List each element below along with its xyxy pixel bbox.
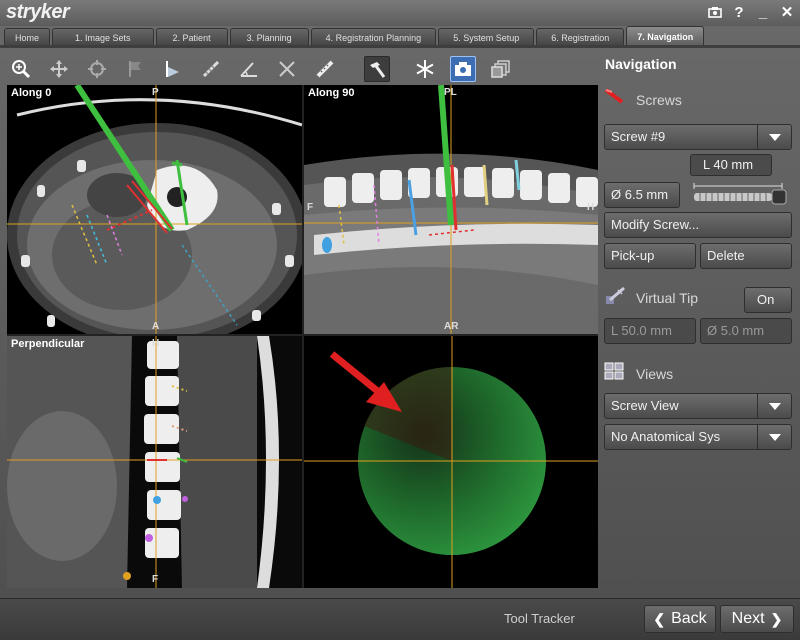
coronal-ct-image xyxy=(7,336,302,588)
snowflake-icon[interactable] xyxy=(412,56,438,82)
screw-icon[interactable] xyxy=(198,56,224,82)
ruler-icon[interactable] xyxy=(312,56,338,82)
window-controls: ? _ ✕ xyxy=(706,3,796,21)
direction-arrow-icon xyxy=(329,351,402,412)
orientation-bottom: AR xyxy=(444,321,459,332)
next-button[interactable]: Next ❯ xyxy=(720,605,794,633)
virtual-tip-diameter-value: Ø 5.0 mm xyxy=(707,323,765,338)
navigation-panel: Navigation Screws Screw #9 L 40 mm Ø 6.5… xyxy=(600,48,800,598)
orientation-top: PL xyxy=(444,87,457,98)
title-bar: stryker ? _ ✕ xyxy=(0,0,800,26)
screw-diameter-value: Ø 6.5 mm xyxy=(611,187,669,202)
screw-graphic-icon xyxy=(686,182,792,208)
screw-select-value: Screw #9 xyxy=(611,129,666,144)
flag-icon[interactable] xyxy=(122,56,148,82)
screw-length-value: L 40 mm xyxy=(703,157,754,172)
virtual-tip-length-field[interactable]: L 50.0 mm xyxy=(604,318,696,344)
camera-icon[interactable] xyxy=(706,3,724,21)
tab-image-sets[interactable]: 1. Image Sets xyxy=(52,28,154,46)
pickup-button[interactable]: Pick-up xyxy=(604,243,696,269)
view-select[interactable]: Screw View xyxy=(604,393,792,419)
orientation-bottom: F xyxy=(152,574,159,585)
chevron-down-icon xyxy=(757,425,791,449)
chevron-right-icon: ❯ xyxy=(770,610,783,627)
tab-patient[interactable]: 2. Patient xyxy=(155,28,228,46)
anatomical-system-select[interactable]: No Anatomical Sys xyxy=(604,424,792,450)
back-button[interactable]: ❮ Back xyxy=(644,605,716,633)
next-label: Next xyxy=(731,610,765,627)
rotate-icon[interactable] xyxy=(84,56,110,82)
pickup-label: Pick-up xyxy=(611,248,655,263)
viewport-along-90[interactable]: Along 90 PL AR F H xyxy=(304,85,598,334)
delete-label: Delete xyxy=(707,248,745,263)
app-window: stryker ? _ ✕ Home 1. Image Sets 2. Pati… xyxy=(0,0,800,640)
screw-length-field[interactable]: L 40 mm xyxy=(690,154,772,176)
workflow-tabs: Home 1. Image Sets 2. Patient 3. Plannin… xyxy=(4,26,705,46)
sagittal-ct-image xyxy=(304,85,598,334)
minimize-icon[interactable]: _ xyxy=(754,3,772,21)
orientation-top: H xyxy=(152,338,160,349)
screw-diameter-field[interactable]: Ø 6.5 mm xyxy=(604,182,680,208)
layers-icon[interactable] xyxy=(488,56,514,82)
orientation-right: H xyxy=(587,202,595,213)
viewport-grid: Along 0 P A Along 90 PL AR F H Perpendic… xyxy=(7,85,598,588)
screws-label: Screws xyxy=(636,92,682,108)
views-grid-icon xyxy=(604,362,624,380)
view-select-value: Screw View xyxy=(611,398,679,413)
views-label: Views xyxy=(636,366,674,382)
viewport-along-0[interactable]: Along 0 P A xyxy=(7,85,302,334)
screw-select[interactable]: Screw #9 xyxy=(604,124,792,150)
viewport-label: Along 0 xyxy=(11,87,52,99)
pan-icon[interactable] xyxy=(46,56,72,82)
orientation-bottom: A xyxy=(152,321,160,332)
anatomical-system-value: No Anatomical Sys xyxy=(611,429,721,444)
orientation-left: F xyxy=(307,202,314,213)
back-label: Back xyxy=(671,610,707,627)
tab-system-setup[interactable]: 5. System Setup xyxy=(438,28,535,46)
snapshot-icon[interactable] xyxy=(450,56,476,82)
pointer-icon[interactable] xyxy=(160,56,186,82)
chevron-down-icon xyxy=(757,394,791,418)
cross-measure-icon[interactable] xyxy=(274,56,300,82)
delete-button[interactable]: Delete xyxy=(700,243,792,269)
orientation-top: P xyxy=(152,87,159,98)
tab-planning[interactable]: 3. Planning xyxy=(229,28,309,46)
footer-bar: Tool Tracker ❮ Back Next ❯ xyxy=(0,598,800,640)
zoom-icon[interactable] xyxy=(8,56,34,82)
virtual-tip-icon xyxy=(604,286,628,306)
screw-icon xyxy=(604,88,626,106)
tab-navigation[interactable]: 7. Navigation xyxy=(626,26,705,46)
panel-title: Navigation xyxy=(605,56,677,72)
angle-icon[interactable] xyxy=(236,56,262,82)
virtual-tip-label: Virtual Tip xyxy=(636,290,698,306)
close-icon[interactable]: ✕ xyxy=(778,3,796,21)
viewport-perpendicular[interactable]: Perpendicular H F xyxy=(7,336,302,588)
view-toolbar xyxy=(8,54,526,84)
tab-registration[interactable]: 6. Registration xyxy=(536,28,625,46)
modify-screw-button[interactable]: Modify Screw... xyxy=(604,212,792,238)
chevron-left-icon: ❮ xyxy=(653,610,666,627)
virtual-tip-toggle[interactable]: On xyxy=(744,287,792,313)
tab-registration-planning[interactable]: 4. Registration Planning xyxy=(310,28,437,46)
modify-screw-label: Modify Screw... xyxy=(611,217,700,232)
tab-home[interactable]: Home xyxy=(4,28,51,46)
virtual-tip-toggle-label: On xyxy=(757,292,775,307)
virtual-tip-diameter-field[interactable]: Ø 5.0 mm xyxy=(700,318,792,344)
target-view xyxy=(304,336,598,588)
viewport-label: Perpendicular xyxy=(11,338,85,350)
viewport-label: Along 90 xyxy=(308,87,355,99)
tool-tracker-status: Tool Tracker xyxy=(504,611,575,626)
help-icon[interactable]: ? xyxy=(730,3,748,21)
virtual-tip-length-value: L 50.0 mm xyxy=(611,323,672,338)
axial-ct-image xyxy=(7,85,302,334)
brand-logo: stryker xyxy=(6,1,70,23)
chevron-down-icon xyxy=(757,125,791,149)
hammer-icon[interactable] xyxy=(364,56,390,82)
viewport-probe-view[interactable] xyxy=(304,336,598,588)
